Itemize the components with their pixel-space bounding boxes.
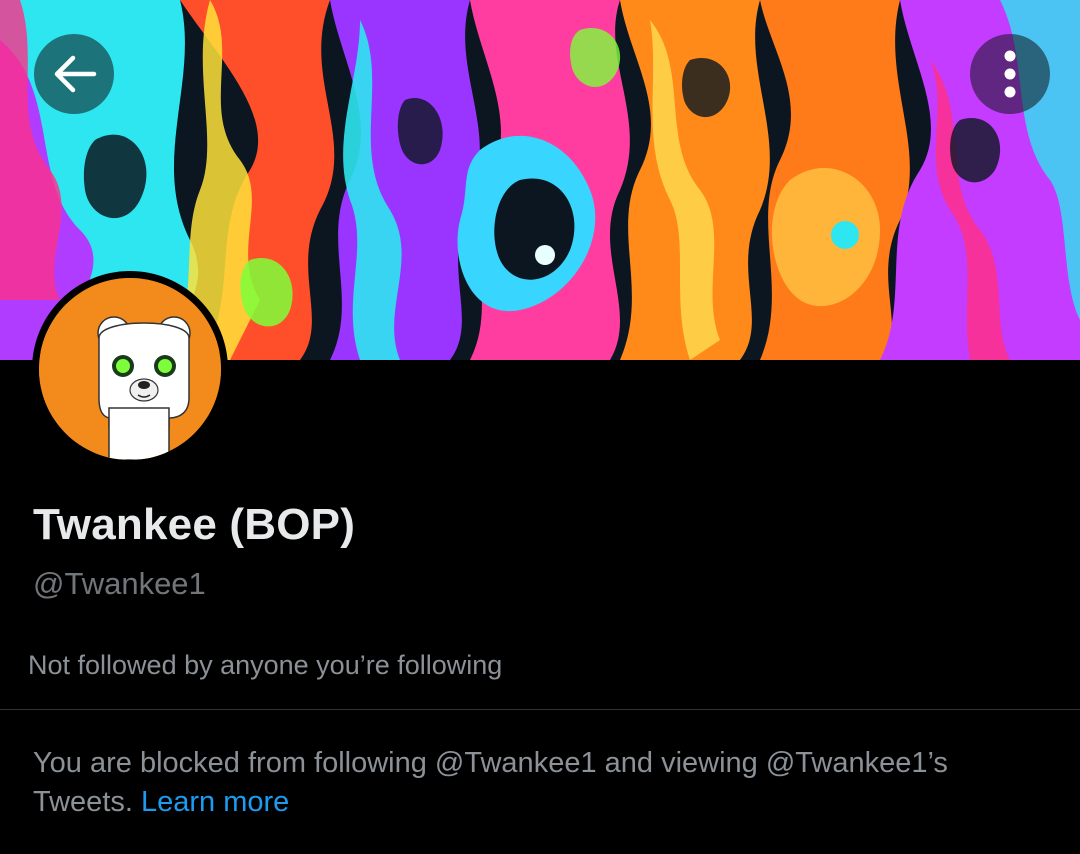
profile-display-name: Twankee (BOP)	[33, 500, 356, 549]
arrow-left-icon	[51, 54, 97, 94]
followed-by-text: Not followed by anyone you’re following	[28, 650, 503, 680]
profile-avatar[interactable]	[32, 271, 228, 467]
more-vertical-icon	[1003, 49, 1017, 99]
learn-more-link[interactable]: Learn more	[141, 786, 289, 818]
section-divider	[0, 709, 1080, 710]
blocked-notice: You are blocked from following @Twankee1…	[33, 744, 1043, 822]
more-options-button[interactable]	[970, 34, 1050, 114]
avatar-image	[39, 278, 221, 460]
back-button[interactable]	[34, 34, 114, 114]
profile-handle: @Twankee1	[33, 566, 206, 601]
